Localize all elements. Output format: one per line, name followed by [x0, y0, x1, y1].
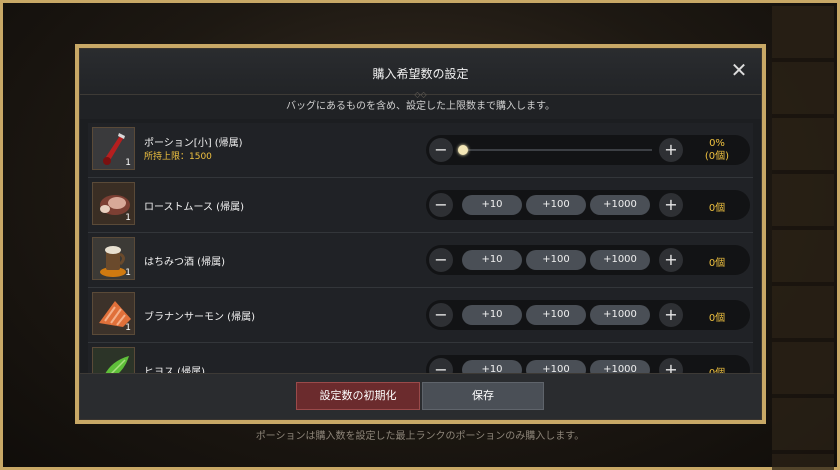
add-100-button[interactable]: +100 [526, 195, 586, 215]
item-qty: 1 [125, 323, 131, 333]
increase-button[interactable]: + [659, 248, 683, 272]
quantity-count: 0個 [708, 258, 726, 269]
item-thumbnail[interactable]: 1 [92, 237, 135, 280]
quantity-stepper: − +10 +100 +1000 + 0個 [426, 245, 750, 275]
quantity-value: 0% (0個) [688, 137, 746, 163]
quantity-count: (0個) [704, 151, 730, 162]
decrease-button[interactable]: − [429, 138, 453, 162]
quantity-stepper: − +10 +100 +1000 + 0個 [426, 300, 750, 330]
increase-button[interactable]: + [659, 303, 683, 327]
add-1000-button[interactable]: +1000 [590, 305, 650, 325]
increase-button[interactable]: + [659, 138, 683, 162]
item-qty: 1 [125, 268, 131, 278]
add-1000-button[interactable]: +1000 [590, 195, 650, 215]
decrease-button[interactable]: − [429, 303, 453, 327]
quantity-percent: 0% [709, 138, 725, 149]
quantity-stepper: − +10 +100 +1000 + 0個 [426, 190, 750, 220]
dialog-header: 購入希望数の設定 ◇◇ ✕ [80, 49, 761, 99]
background-note: ポーションは購入数を設定した最上ランクのポーションのみ購入します。 [255, 431, 585, 442]
header-ornament-icon: ◇◇ [414, 90, 427, 99]
add-10-button[interactable]: +10 [462, 305, 522, 325]
item-thumbnail[interactable]: 1 [92, 182, 135, 225]
quantity-count: 0個 [708, 313, 726, 324]
decrease-button[interactable]: − [429, 248, 453, 272]
item-thumbnail[interactable]: 1 [92, 127, 135, 170]
list-item: 1 ローストムース (帰属) − +10 +100 +1000 + 0個 [88, 178, 753, 233]
quantity-count: 0個 [708, 203, 726, 214]
item-qty: 1 [125, 213, 131, 223]
item-qty: 1 [125, 158, 131, 168]
close-icon[interactable]: ✕ [729, 60, 749, 80]
herb-icon [93, 348, 134, 375]
slider-handle[interactable] [458, 145, 468, 155]
add-10-button[interactable]: +10 [462, 250, 522, 270]
item-name: ローストムース (帰属) [144, 202, 244, 213]
reset-button[interactable]: 設定数の初期化 [296, 382, 420, 410]
item-thumbnail[interactable] [92, 347, 135, 375]
quantity-slider[interactable] [462, 149, 652, 151]
increase-button[interactable]: + [659, 193, 683, 217]
item-name: ポーション[小] (帰属) [144, 138, 243, 149]
list-item: ヒヨス (帰属) − +10 +100 +1000 + 0個 [88, 343, 753, 375]
item-name: はちみつ酒 (帰属) [144, 257, 225, 268]
add-1000-button[interactable]: +1000 [590, 250, 650, 270]
list-item: 1 ブラナンサーモン (帰属) − +10 +100 +1000 + 0個 [88, 288, 753, 343]
item-list: 1 ポーション[小] (帰属) 所持上限：1500 − + 0% (0個) 1 … [88, 123, 753, 375]
item-thumbnail[interactable]: 1 [92, 292, 135, 335]
dialog-title: 購入希望数の設定 [372, 67, 469, 81]
list-item: 1 はちみつ酒 (帰属) − +10 +100 +1000 + 0個 [88, 233, 753, 288]
decrease-button[interactable]: − [429, 193, 453, 217]
add-100-button[interactable]: +100 [526, 250, 586, 270]
inventory-strip [772, 6, 834, 470]
quantity-stepper: − +10 +100 +1000 + 0個 [426, 355, 750, 375]
list-item: 1 ポーション[小] (帰属) 所持上限：1500 − + 0% (0個) [88, 123, 753, 178]
add-100-button[interactable]: +100 [526, 305, 586, 325]
save-button[interactable]: 保存 [422, 382, 544, 410]
item-limit: 所持上限：1500 [144, 152, 212, 162]
quantity-stepper: − + 0% (0個) [426, 135, 750, 165]
add-10-button[interactable]: +10 [462, 195, 522, 215]
purchase-settings-dialog: 購入希望数の設定 ◇◇ ✕ バッグにあるものを含め、設定した上限数まで購入します… [75, 44, 766, 424]
dialog-footer: 設定数の初期化 保存 [80, 373, 761, 419]
item-name: ブラナンサーモン (帰属) [144, 312, 255, 323]
